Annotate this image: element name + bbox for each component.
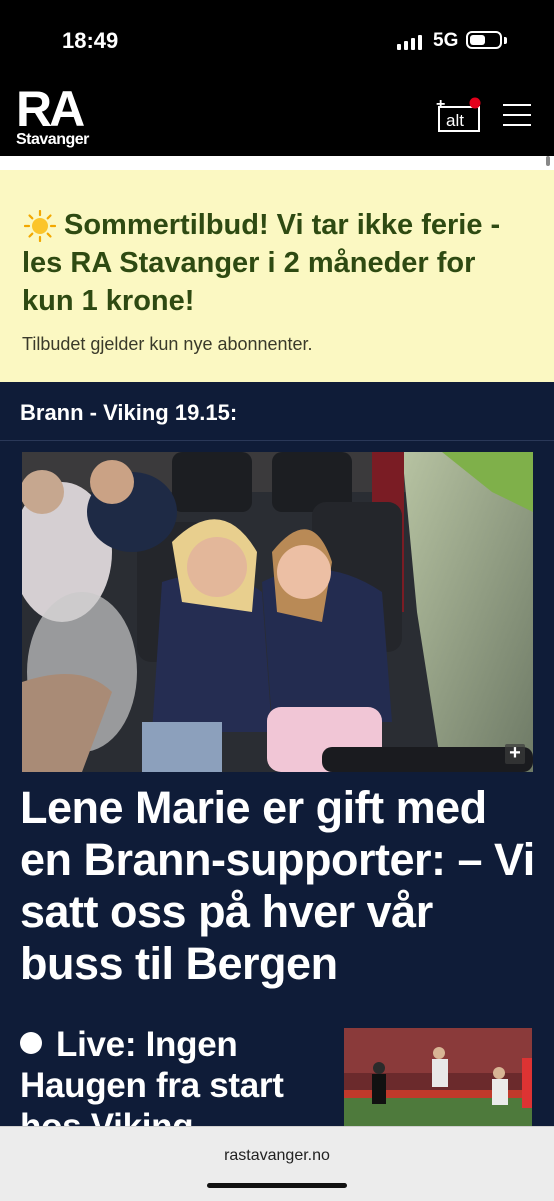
- logo-ra: RA: [16, 81, 85, 137]
- hamburger-menu-icon[interactable]: [500, 100, 534, 130]
- main-article-headline[interactable]: Lene Marie er gift med en Brann-supporte…: [20, 782, 540, 990]
- expand-image-icon[interactable]: +: [505, 743, 525, 764]
- live-article-headline[interactable]: Live: Ingen Haugen fra start hos Viking: [20, 1024, 330, 1126]
- cellular-signal-icon: [397, 34, 422, 50]
- battery-icon: [466, 31, 502, 49]
- promo-banner[interactable]: Sommertilbud! Vi tar ikke ferie - les RA…: [0, 170, 554, 382]
- live-dot-icon: [20, 1032, 42, 1054]
- alt-button[interactable]: + alt: [434, 97, 482, 133]
- notification-dot: [469, 97, 481, 109]
- page-content[interactable]: Sommertilbud! Vi tar ikke ferie - les RA…: [0, 156, 554, 1126]
- match-section: Brann - Viking 19.15: + Lene Marie er gi…: [0, 382, 554, 1126]
- promo-subtitle: Tilbudet gjelder kun nye abonnenter.: [22, 334, 313, 354]
- live-article-title: Live: Ingen Haugen fra start hos Viking: [20, 1025, 284, 1126]
- logo-stavanger: Stavanger: [16, 131, 89, 148]
- browser-address-bar[interactable]: rastavanger.no: [0, 1126, 554, 1201]
- live-article-image[interactable]: [344, 1028, 532, 1126]
- section-title[interactable]: Brann - Viking 19.15:: [20, 400, 237, 426]
- alt-plus: +: [436, 97, 445, 113]
- status-bar: 18:49 5G: [0, 0, 554, 80]
- home-indicator[interactable]: [207, 1183, 347, 1188]
- article-hero-image[interactable]: +: [22, 452, 533, 772]
- football-photo: [344, 1028, 532, 1126]
- bus-photo: [22, 452, 533, 772]
- network-type: 5G: [433, 30, 459, 51]
- section-divider: [0, 440, 554, 441]
- status-time: 18:49: [62, 28, 119, 53]
- promo-title[interactable]: Sommertilbud! Vi tar ikke ferie - les RA…: [22, 206, 522, 320]
- alt-label: alt: [446, 111, 464, 130]
- scrollbar[interactable]: [546, 156, 550, 166]
- battery-tip: [504, 37, 507, 44]
- url-text[interactable]: rastavanger.no: [0, 1147, 554, 1165]
